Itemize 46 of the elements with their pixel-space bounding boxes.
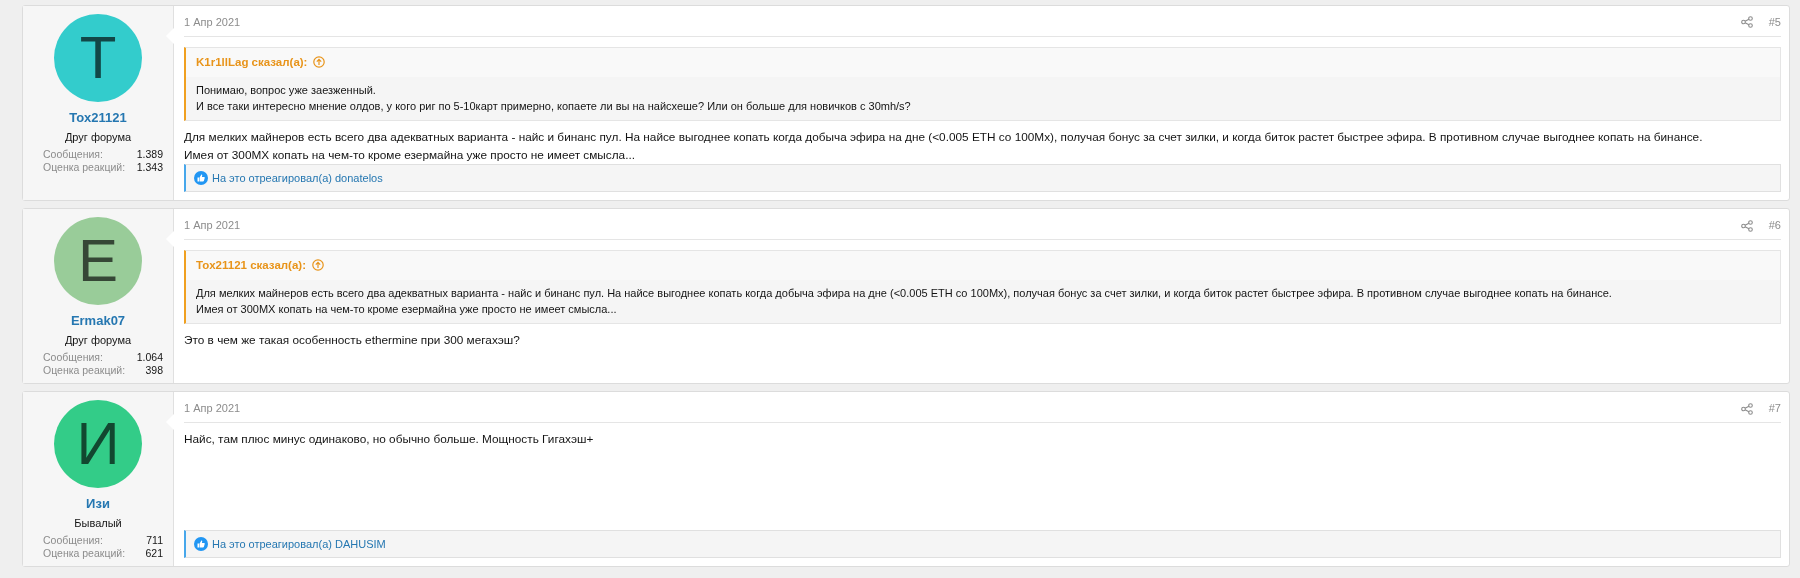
stat-value: 1.064 xyxy=(136,351,163,365)
avatar[interactable]: T xyxy=(54,14,142,102)
quote-author-link[interactable]: Tox21121 сказал(а): xyxy=(196,256,306,274)
user-title: Друг форума xyxy=(64,129,132,145)
post-number-link[interactable]: #7 xyxy=(1768,400,1781,417)
stat-label: Сообщения: xyxy=(43,351,103,365)
stat-label: Оценка реакций: xyxy=(43,161,126,174)
quote-author-link[interactable]: K1r1llLag сказал(а): xyxy=(196,53,308,71)
post-number-link[interactable]: #6 xyxy=(1768,217,1781,234)
post-date[interactable]: 1 Апр 2021 xyxy=(184,14,241,31)
stat-value: 711 xyxy=(146,534,163,548)
arrow-up-icon[interactable] xyxy=(313,56,326,69)
post-text: Найс, там плюс минус одинаково, но обычно больше. Мощность Гигахэш+ xyxy=(184,430,595,448)
post-date[interactable]: 1 Апр 2021 xyxy=(184,217,241,234)
share-icon[interactable] xyxy=(1740,16,1753,29)
post-text: Это в чем же такая особенность ethermine при 300 мегахэш? xyxy=(184,332,521,349)
stat-label: Оценка реакций: xyxy=(43,364,126,378)
stat-value: 1.389 xyxy=(136,148,163,161)
post-text: Имея от 300МХ копать на чем-то кроме езермайна уже просто не имеет смысла... xyxy=(184,146,636,164)
stat-label: Оценка реакций: xyxy=(43,547,126,561)
user-title: Друг форума xyxy=(64,332,132,348)
avatar[interactable]: E xyxy=(54,217,142,306)
share-icon[interactable] xyxy=(1740,219,1753,232)
post-text: Для мелких майнеров есть всего два адекватных варианта - найс и бинанс пул. На найсе выгоднее копать когда добыча эфира на дне (<0.005 ETH со 100Мх), получая бонус за счет зилки, и когда биток растет быстрее эфира. В противном случае выгоднее копать на бинансе. xyxy=(184,128,1704,146)
post-number-link[interactable]: #5 xyxy=(1768,14,1781,31)
stat-label: Сообщения: xyxy=(43,148,103,161)
reaction-link[interactable]: На это отреагировал(а) DAHUSIM xyxy=(212,535,386,553)
post-date[interactable]: 1 Апр 2021 xyxy=(184,400,241,417)
stat-label: Сообщения: xyxy=(43,534,103,548)
username-link[interactable]: Tox21121 xyxy=(69,108,127,128)
avatar[interactable]: И xyxy=(54,400,142,489)
stat-value: 398 xyxy=(145,364,163,378)
quote-text: Понимаю, вопрос уже заезженный. xyxy=(196,82,377,98)
username-link[interactable]: Изи xyxy=(86,494,110,514)
quote-text: Имея от 300МХ копать на чем-то кроме езермайна уже просто не имеет смысла... xyxy=(196,302,618,317)
user-title: Бывалый xyxy=(74,515,122,531)
thumbs-up-icon xyxy=(194,171,208,185)
username-link[interactable]: Ermak07 xyxy=(70,311,126,331)
quote-text: Для мелких майнеров есть всего два адекватных варианта - найс и бинанс пул. На найсе выгоднее копать когда добыча эфира на дне (<0.005 ETH со 100Мх), получая бонус за счет зилки, и когда биток растет быстрее эфира. В противном случае выгоднее копать на бинансе. xyxy=(196,286,1613,301)
share-icon[interactable] xyxy=(1740,402,1753,415)
thumbs-up-icon xyxy=(194,537,208,551)
stat-value: 621 xyxy=(145,547,163,561)
reaction-link[interactable]: На это отреагировал(а) donatelos xyxy=(212,169,383,187)
stat-value: 1.343 xyxy=(136,161,163,174)
arrow-up-icon[interactable] xyxy=(311,259,324,272)
quote-text: И все таки интересно мнение олдов, у кого риг по 5-10карт примерно, копаете ли вы на найсхеше? Или он больше для новичков с 30mh/s? xyxy=(196,98,912,114)
